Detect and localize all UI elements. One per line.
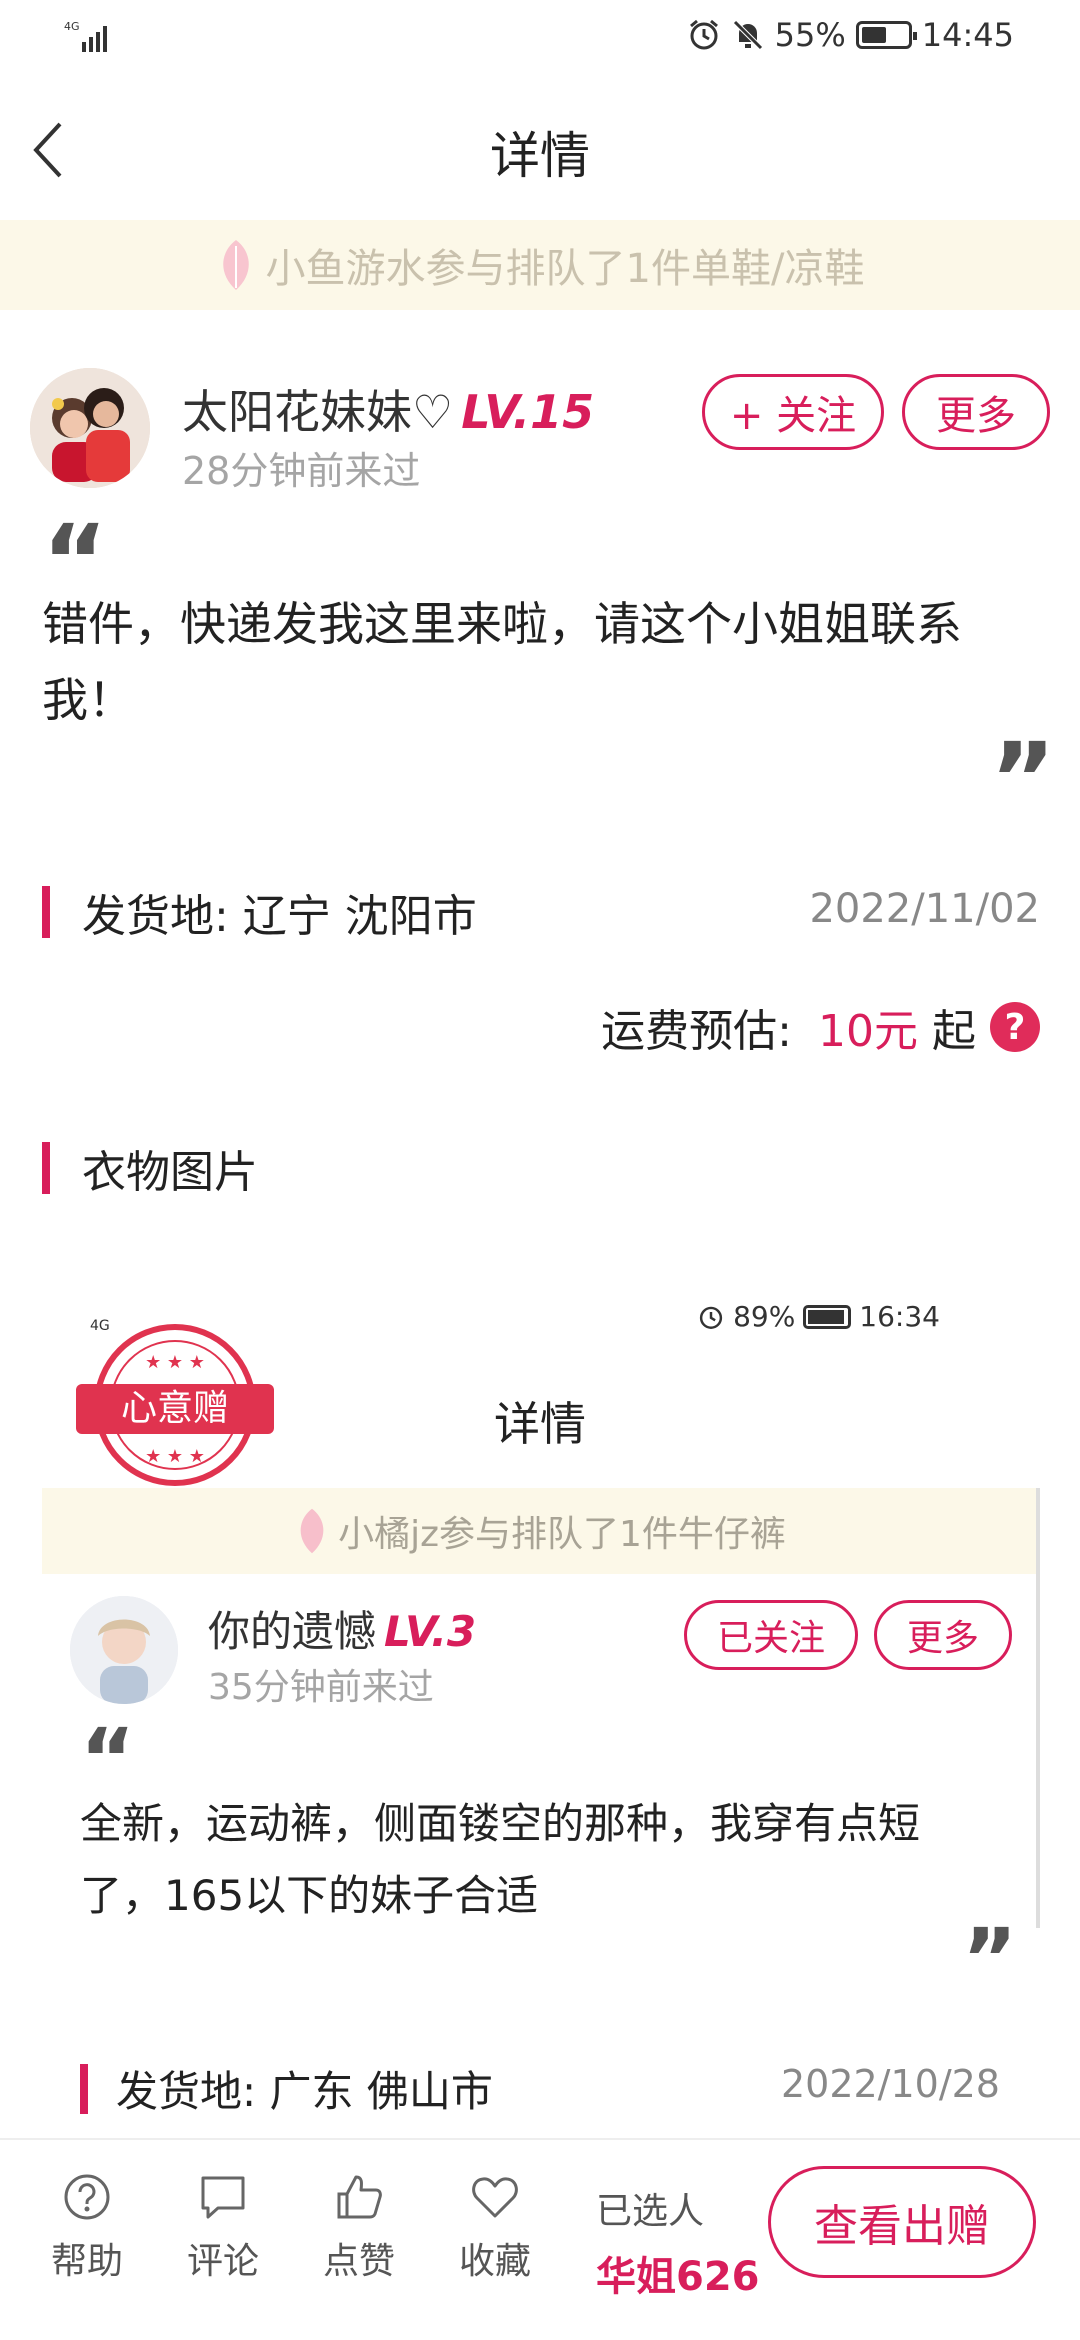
last-seen: 28分钟前来过	[182, 449, 421, 493]
nav-bar: 详情	[0, 80, 1080, 220]
shipping-price: 10元	[818, 1006, 918, 1057]
close-quote-icon: ”	[990, 721, 1056, 838]
battery-icon	[855, 21, 917, 49]
embedded-status-bar: 89% 16:34	[697, 1300, 940, 1333]
embedded-post-text: 全新，运动裤，侧面镂空的那种，我穿有点短了，165以下的妹子合适	[80, 1799, 921, 1920]
ship-from-section: 发货地: 辽宁 沈阳市	[42, 880, 477, 944]
signal-icon: 4G	[64, 18, 118, 59]
embedded-last-seen: 35分钟前来过	[208, 1667, 434, 1708]
embedded-banner-text: 小橘jz参与排队了1件牛仔裤	[338, 1514, 786, 1555]
selected-label: 已选人	[596, 2191, 705, 2232]
svg-text:4G: 4G	[90, 1318, 110, 1334]
mute-icon	[732, 20, 763, 50]
banner-text: 小鱼游水参与排队了1件单鞋/凉鞋	[265, 246, 865, 292]
battery-percent: 55%	[774, 16, 846, 54]
avatar[interactable]	[30, 368, 150, 488]
user-name-text: 太阳花妹妹♡	[182, 385, 454, 439]
clock: 14:45	[921, 16, 1014, 54]
embedded-clock: 16:34	[859, 1300, 940, 1333]
selected-recipient: 已选人 华姐626	[596, 2182, 760, 2302]
embedded-title: 详情	[494, 1397, 586, 1451]
follow-button[interactable]: + 关注	[702, 374, 884, 450]
more-button[interactable]: 更多	[902, 374, 1050, 450]
bottom-bar: 帮助 评论 点赞 收藏 已选人 华姐626 查看出赠	[0, 2138, 1080, 2340]
photos-section: 衣物图片	[42, 1136, 258, 1200]
petal-icon	[222, 240, 249, 290]
post-text: 错件，快递发我这里来啦，请这个小姐姐联系我！	[42, 597, 962, 727]
user-name: 太阳花妹妹♡ LV.15	[182, 376, 594, 442]
close-quote-icon: ”	[962, 1910, 1018, 2008]
petal-icon	[300, 1508, 324, 1554]
help-label: 帮助	[50, 2241, 123, 2282]
embedded-avatar	[70, 1596, 178, 1704]
shipping-estimate: 运费预估: 10元 起 ?	[601, 995, 1040, 1059]
embedded-battery-percent: 89%	[733, 1300, 796, 1333]
page-title: 详情	[490, 127, 590, 185]
status-bar: 4G 55% 14:45	[0, 0, 1080, 80]
heart-icon	[472, 2177, 518, 2218]
section-bar	[80, 2063, 88, 2114]
user-row: 太阳花妹妹♡ LV.15 28分钟前来过 + 关注 更多	[30, 368, 1050, 498]
like-label: 点赞	[322, 2241, 395, 2282]
embedded-user-name: 你的遗憾 LV.3	[208, 1598, 476, 1659]
battery-icon	[803, 1304, 852, 1329]
embedded-followed-button: 已关注	[684, 1600, 858, 1670]
thumbs-up-icon	[337, 2175, 382, 2219]
embedded-user-level: LV.3	[384, 1607, 477, 1656]
clothing-photo[interactable]: 4G ★ ★ ★ ★ ★ ★ 心意赠 89% 16:34 详情 小橘jz参与排队…	[40, 1270, 1040, 2284]
shipping-help-icon[interactable]: ?	[990, 1002, 1040, 1052]
embedded-date: 2022/10/28	[780, 2062, 1000, 2106]
section-bar	[42, 1142, 50, 1194]
alarm-icon	[699, 1306, 723, 1329]
scrollbar	[1036, 1488, 1040, 1928]
favorite-label: 收藏	[458, 2241, 531, 2282]
ship-from-text: 发货地: 辽宁 沈阳市	[82, 891, 477, 942]
embedded-more-button: 更多	[874, 1600, 1012, 1670]
comment-tab[interactable]: 评论	[168, 2172, 278, 2284]
embedded-user-name-text: 你的遗憾	[208, 1607, 377, 1656]
favorite-tab[interactable]: 收藏	[440, 2172, 550, 2284]
like-tab[interactable]: 点赞	[304, 2172, 414, 2284]
embedded-banner: 小橘jz参与排队了1件牛仔裤	[42, 1488, 1038, 1574]
embedded-ship-from-text: 发货地: 广东 佛山市	[116, 2067, 493, 2116]
section-bar	[42, 886, 50, 938]
post-date: 2022/11/02	[809, 886, 1040, 932]
embedded-ship-from: 发货地: 广东 佛山市	[80, 2058, 493, 2119]
help-tab[interactable]: 帮助	[32, 2172, 142, 2284]
comment-label: 评论	[186, 2241, 259, 2282]
photos-section-label: 衣物图片	[82, 1147, 258, 1198]
shipping-suffix: 起	[932, 1006, 976, 1057]
shipping-label: 运费预估:	[601, 1006, 792, 1057]
alarm-icon	[689, 19, 718, 50]
queue-banner: 小鱼游水参与排队了1件单鞋/凉鞋	[0, 220, 1080, 310]
comment-icon	[201, 2176, 245, 2219]
help-icon	[64, 2174, 110, 2220]
svg-text:4G: 4G	[64, 20, 80, 33]
user-level: LV.15	[461, 385, 595, 439]
selected-name[interactable]: 华姐626	[596, 2244, 760, 2302]
view-gift-button[interactable]: 查看出赠	[768, 2166, 1036, 2278]
svg-text:★ ★ ★: ★ ★ ★	[145, 1352, 205, 1373]
